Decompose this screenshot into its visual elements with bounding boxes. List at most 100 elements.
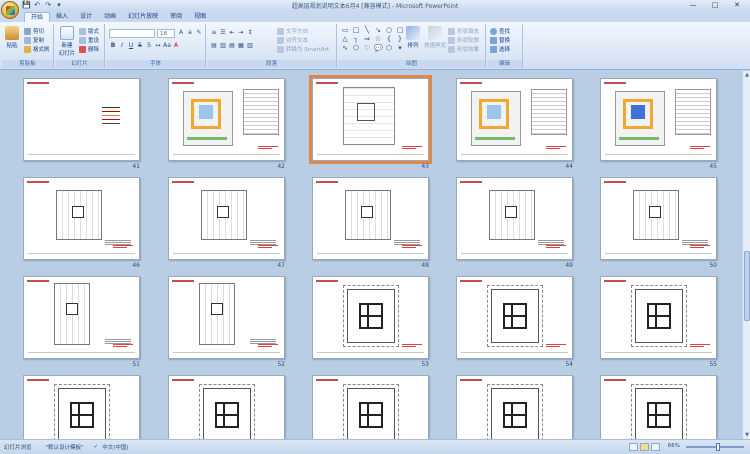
slide-thumbnail[interactable] (168, 276, 285, 359)
hex-shape-icon[interactable]: ⬡ (385, 45, 393, 52)
justify-icon[interactable]: ▦ (237, 42, 245, 50)
layout-button[interactable]: 版式 (79, 27, 99, 35)
copy-button[interactable]: 复制 (24, 36, 44, 44)
tab-slideshow[interactable]: 幻灯片放映 (122, 12, 164, 22)
columns-icon[interactable]: ▥ (246, 42, 254, 50)
minimize-button[interactable]: — (682, 0, 704, 10)
scroll-down-icon[interactable]: ▼ (743, 431, 750, 439)
slide-thumbnail[interactable] (168, 78, 285, 161)
roundrect-shape-icon[interactable]: ▢ (396, 27, 404, 34)
arrange-button[interactable]: 排列 (406, 26, 420, 49)
slide-thumbnail[interactable] (456, 375, 573, 439)
zoom-level[interactable]: 66% (668, 443, 680, 449)
select-button[interactable]: 选择 (490, 45, 510, 53)
slide-thumbnail[interactable] (309, 75, 432, 164)
rect-shape-icon[interactable]: □ (352, 27, 360, 34)
font-name-combo[interactable] (109, 29, 155, 38)
numbering-icon[interactable]: ☰ (219, 29, 227, 37)
bold-icon[interactable]: B (109, 42, 117, 50)
slide-thumbnail[interactable] (456, 78, 573, 161)
align-text-button[interactable]: 对齐文本 (277, 36, 308, 44)
tab-insert[interactable]: 插入 (50, 12, 74, 22)
slide-thumbnail[interactable] (456, 276, 573, 359)
align-left-icon[interactable]: ▤ (210, 42, 218, 50)
strikethrough-icon[interactable]: S (136, 42, 144, 50)
tab-view[interactable]: 视图 (188, 12, 212, 22)
elbow-shape-icon[interactable]: ┐ (352, 36, 360, 43)
textbox-shape-icon[interactable]: ▭ (341, 27, 349, 34)
slide-thumbnail[interactable] (600, 177, 717, 260)
heart-shape-icon[interactable]: ♡ (363, 45, 371, 52)
slide-thumbnail[interactable] (312, 375, 429, 439)
slide-thumbnail[interactable] (168, 375, 285, 439)
bullets-icon[interactable]: ≡ (210, 29, 218, 37)
slide-thumbnail[interactable] (600, 276, 717, 359)
maximize-button[interactable]: □ (704, 0, 726, 10)
format-painter-button[interactable]: 格式刷 (24, 45, 50, 53)
shape-effects-button[interactable]: 形状效果 (448, 45, 479, 53)
callout-shape-icon[interactable]: 💬 (374, 45, 383, 52)
align-center-icon[interactable]: ▥ (219, 42, 227, 50)
new-slide-button[interactable]: 新建 幻灯片 (58, 26, 76, 57)
pentagon-shape-icon[interactable]: ⬠ (352, 45, 360, 52)
close-button[interactable]: ✕ (726, 0, 748, 10)
scroll-up-icon[interactable]: ▲ (743, 71, 750, 79)
shadow-icon[interactable]: S (145, 42, 153, 50)
char-spacing-icon[interactable]: ↔ (154, 42, 162, 50)
brace-shape-icon[interactable]: { (385, 36, 393, 43)
quick-styles-button[interactable]: 快速样式 (424, 26, 446, 49)
slide-thumbnail[interactable] (168, 177, 285, 260)
arrow2-shape-icon[interactable]: ⇒ (363, 36, 371, 43)
slide-thumbnail[interactable] (600, 375, 717, 439)
align-right-icon[interactable]: ▤ (228, 42, 236, 50)
line-spacing-icon[interactable]: ↕ (246, 29, 254, 37)
shape-outline-button[interactable]: 形状轮廓 (448, 36, 479, 44)
shape-fill-button[interactable]: 形状填充 (448, 27, 479, 35)
scrollbar-thumb[interactable] (744, 251, 750, 321)
slide-thumbnail[interactable] (23, 375, 140, 439)
slide-thumbnail[interactable] (456, 177, 573, 260)
slide-thumbnail[interactable] (23, 276, 140, 359)
star-shape-icon[interactable]: ☆ (374, 36, 382, 43)
underline-icon[interactable]: U (127, 42, 135, 50)
text-direction-button[interactable]: 文字方向 (277, 27, 308, 35)
curve-shape-icon[interactable]: ∿ (341, 45, 349, 52)
font-color-icon[interactable]: A (172, 42, 180, 50)
triangle-shape-icon[interactable]: △ (341, 36, 349, 43)
font-size-combo[interactable]: 18 (157, 29, 175, 38)
tab-home[interactable]: 开始 (24, 12, 51, 22)
italic-icon[interactable]: I (118, 42, 126, 50)
increase-indent-icon[interactable]: ⇥ (237, 29, 245, 37)
slide-thumbnail[interactable] (600, 78, 717, 161)
convert-smartart-button[interactable]: 转换为 SmartArt (277, 45, 329, 53)
clear-format-icon[interactable]: ✎ (195, 29, 203, 37)
slide-thumbnail[interactable] (23, 78, 140, 161)
grow-font-icon[interactable]: A (177, 29, 185, 37)
vertical-scrollbar[interactable]: ▲ ▼ (742, 71, 750, 439)
slide-thumbnail[interactable] (312, 177, 429, 260)
spellcheck-icon[interactable]: ✓ (94, 444, 99, 450)
decrease-indent-icon[interactable]: ⇤ (228, 29, 236, 37)
reset-button[interactable]: 重设 (79, 36, 99, 44)
normal-view-icon[interactable] (629, 443, 638, 451)
slideshow-view-icon[interactable] (651, 443, 660, 451)
shape-gallery[interactable]: ▭ □ ╲ ↘ ○ ▢ △ ┐ ⇒ ☆{} ∿ ⬠ ♡ 💬 ⬡ ▾ (341, 27, 405, 52)
replace-button[interactable]: 替换 (490, 36, 510, 44)
oval-shape-icon[interactable]: ○ (385, 27, 393, 34)
line-shape-icon[interactable]: ╲ (363, 27, 371, 34)
tab-review[interactable]: 审阅 (164, 12, 188, 22)
cut-button[interactable]: 剪切 (24, 27, 44, 35)
find-button[interactable]: 查找 (490, 27, 510, 35)
more-shapes-icon[interactable]: ▾ (396, 45, 404, 52)
brace2-shape-icon[interactable]: } (396, 36, 404, 43)
tab-animations[interactable]: 动画 (98, 12, 122, 22)
office-button[interactable] (1, 1, 19, 19)
tab-design[interactable]: 设计 (74, 12, 98, 22)
shrink-font-icon[interactable]: a (186, 29, 194, 37)
slide-sorter-view-icon[interactable] (640, 443, 649, 451)
slide-thumbnail[interactable] (23, 177, 140, 260)
paste-button[interactable]: 粘贴 (5, 26, 19, 49)
arrow-shape-icon[interactable]: ↘ (374, 27, 382, 34)
change-case-icon[interactable]: Aa (163, 42, 171, 50)
zoom-slider-knob[interactable] (716, 443, 720, 451)
